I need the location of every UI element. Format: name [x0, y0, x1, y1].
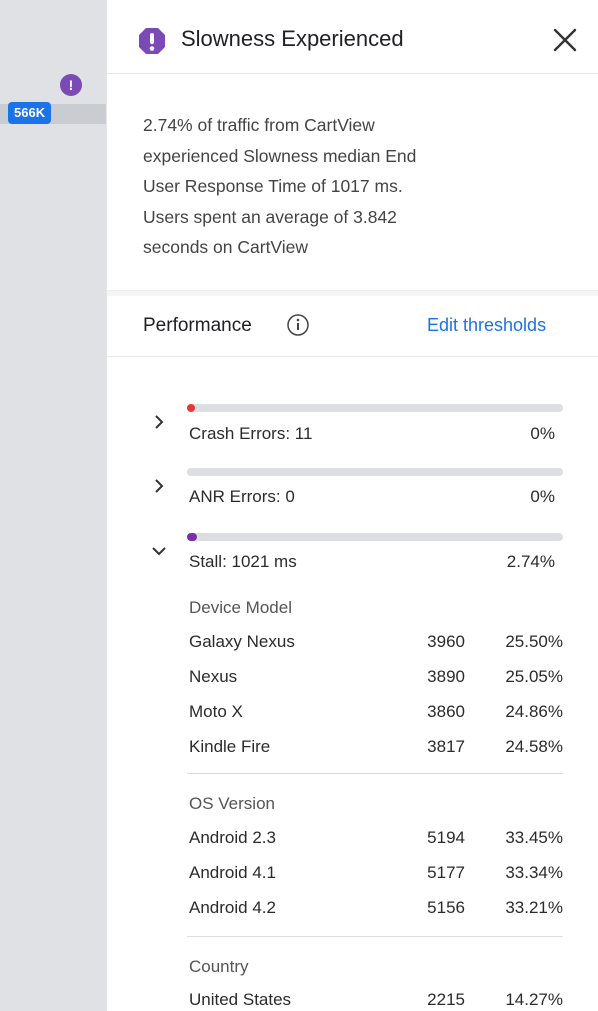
- os-version-pct: 33.21%: [505, 898, 563, 917]
- crash-errors-pct: 0%: [530, 424, 555, 443]
- stall-bar-fill: [187, 533, 197, 541]
- device-model-heading: Device Model: [189, 598, 292, 617]
- edit-thresholds-link[interactable]: Edit thresholds: [427, 315, 546, 336]
- os-version-name: Android 2.3: [189, 828, 276, 847]
- chevron-down-icon[interactable]: [151, 543, 167, 559]
- device-model-count: 3860: [427, 702, 465, 721]
- timeline-strip: [0, 0, 106, 1011]
- device-model-pct: 25.50%: [505, 632, 563, 651]
- crash-errors-bar: [187, 404, 563, 412]
- section-separator: [187, 773, 563, 774]
- panel-title: Slowness Experienced: [181, 26, 404, 51]
- device-model-pct: 24.86%: [505, 702, 563, 721]
- device-model-count: 3890: [427, 667, 465, 686]
- os-version-heading: OS Version: [189, 794, 275, 813]
- performance-title: Performance: [143, 315, 252, 336]
- crash-errors-bar-fill: [187, 404, 195, 412]
- chevron-right-icon[interactable]: [151, 414, 167, 430]
- section-divider: [107, 290, 598, 296]
- summary-line: 2.74% of traffic from CartView: [143, 115, 375, 135]
- country-name: United States: [189, 990, 292, 1009]
- summary-line: Users spent an average of 3.842: [143, 206, 397, 227]
- exclamation-hexagon-icon: [139, 28, 165, 54]
- device-model-name: Kindle Fire: [189, 737, 271, 756]
- stall-label[interactable]: Stall: 1021 ms: [189, 552, 297, 572]
- os-version-name: Android 4.1: [189, 863, 276, 882]
- country-pct: 14.27%: [505, 990, 563, 1009]
- crash-errors-label[interactable]: Crash Errors: 11: [189, 424, 312, 444]
- country-heading: Country: [189, 957, 249, 976]
- device-model-name: Nexus: [189, 667, 238, 686]
- os-version-count: 5194: [427, 828, 465, 847]
- slowness-panel: Slowness Experienced 2.74% of traffic fr…: [106, 0, 598, 1011]
- panel-header: Slowness Experienced: [107, 0, 598, 74]
- device-model-name: Moto X: [189, 702, 243, 721]
- os-version-count: 5156: [427, 898, 465, 917]
- device-model-count: 3960: [427, 632, 465, 651]
- os-version-count: 5177: [427, 863, 465, 882]
- stall-bar: [187, 533, 563, 541]
- summary-line: experienced Slowness median End: [143, 145, 417, 166]
- info-icon[interactable]: [286, 313, 310, 337]
- anr-errors-bar: [187, 468, 563, 476]
- count-badge[interactable]: 566K: [8, 102, 52, 124]
- os-version-pct: 33.45%: [505, 828, 563, 847]
- chevron-right-icon[interactable]: [151, 478, 167, 494]
- device-model-pct: 24.58%: [505, 737, 563, 756]
- section-separator: [187, 936, 563, 937]
- close-icon[interactable]: [547, 22, 583, 58]
- alert-marker-icon[interactable]: !: [60, 74, 82, 96]
- os-version-name: Android 4.2: [189, 898, 276, 917]
- anr-errors-label[interactable]: ANR Errors: 0: [189, 487, 295, 507]
- os-version-pct: 33.34%: [505, 863, 563, 882]
- anr-errors-pct: 0%: [530, 487, 555, 506]
- performance-divider: [107, 356, 598, 357]
- summary-line: seconds on CartView: [143, 237, 309, 257]
- summary-line: User Response Time of 1017 ms.: [143, 176, 403, 196]
- country-count: 2215: [427, 990, 465, 1009]
- stall-pct: 2.74%: [506, 552, 555, 571]
- summary-text: 2.74% of traffic from CartView experienc…: [143, 110, 563, 263]
- device-model-count: 3817: [427, 737, 465, 756]
- device-model-pct: 25.05%: [505, 667, 563, 686]
- device-model-name: Galaxy Nexus: [189, 632, 295, 651]
